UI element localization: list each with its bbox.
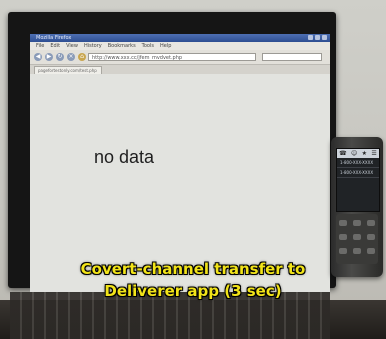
phone-tab-icons: ☎ ☺ ★ ☰ — [337, 149, 379, 158]
call-log-item[interactable]: 1-800-XXX-XXXX — [337, 158, 379, 168]
home-icon[interactable]: ⌂ — [78, 53, 86, 61]
search-input[interactable] — [262, 53, 322, 61]
phone-key — [339, 220, 347, 226]
phone-key — [353, 220, 361, 226]
phone-key — [339, 234, 347, 240]
menu-tools[interactable]: Tools — [142, 42, 154, 50]
address-bar[interactable]: http://www.xxx.cc/jfem_mvdvet.php — [88, 53, 256, 61]
log-icon[interactable]: ☰ — [371, 149, 376, 158]
phone-key — [353, 234, 361, 240]
phone-icon[interactable]: ☎ — [339, 149, 346, 158]
menu-view[interactable]: View — [66, 42, 78, 50]
laptop-bezel: Mozilla Firefox File Edit View History B… — [8, 12, 336, 292]
contacts-icon[interactable]: ☺ — [351, 149, 357, 158]
video-caption: Covert-channel transfer to Deliverer app… — [0, 258, 386, 302]
no-data-message: no data — [94, 147, 155, 167]
phone-key — [339, 248, 347, 254]
caption-line-1: Covert-channel transfer to — [80, 260, 306, 278]
back-icon[interactable]: ◀ — [34, 53, 42, 61]
menu-bookmarks[interactable]: Bookmarks — [108, 42, 136, 50]
call-log-item[interactable]: 1-800-XXX-XXXX — [337, 168, 379, 178]
minimize-icon[interactable] — [308, 35, 313, 40]
window-title: Mozilla Firefox — [36, 35, 72, 41]
menu-file[interactable]: File — [36, 42, 44, 50]
laptop-screen: Mozilla Firefox File Edit View History B… — [30, 34, 330, 292]
maximize-icon[interactable] — [315, 35, 320, 40]
phone-key — [367, 234, 375, 240]
forward-icon[interactable]: ▶ — [45, 53, 53, 61]
browser-tab[interactable]: pagefortestonly.com/test.php — [34, 66, 102, 74]
phone-key — [367, 248, 375, 254]
browser-titlebar: Mozilla Firefox — [30, 34, 330, 42]
menu-history[interactable]: History — [84, 42, 102, 50]
tab-bar: pagefortestonly.com/test.php — [30, 65, 330, 74]
browser-menubar: File Edit View History Bookmarks Tools H… — [30, 42, 330, 50]
browser-navbar: ◀ ▶ ↻ × ⌂ http://www.xxx.cc/jfem_mvdvet.… — [30, 50, 330, 65]
star-icon[interactable]: ★ — [362, 149, 367, 158]
phone-screen: ☎ ☺ ★ ☰ 1-800-XXX-XXXX 1-800-XXX-XXXX — [336, 148, 380, 212]
reload-icon[interactable]: ↻ — [56, 53, 64, 61]
phone-key — [367, 220, 375, 226]
phone-key — [353, 248, 361, 254]
stop-icon[interactable]: × — [67, 53, 75, 61]
menu-help[interactable]: Help — [160, 42, 171, 50]
menu-edit[interactable]: Edit — [50, 42, 60, 50]
caption-line-2: Deliverer app (3 sec) — [104, 282, 282, 300]
window-controls[interactable] — [308, 35, 327, 40]
close-icon[interactable] — [322, 35, 327, 40]
phone-keypad — [336, 214, 378, 264]
